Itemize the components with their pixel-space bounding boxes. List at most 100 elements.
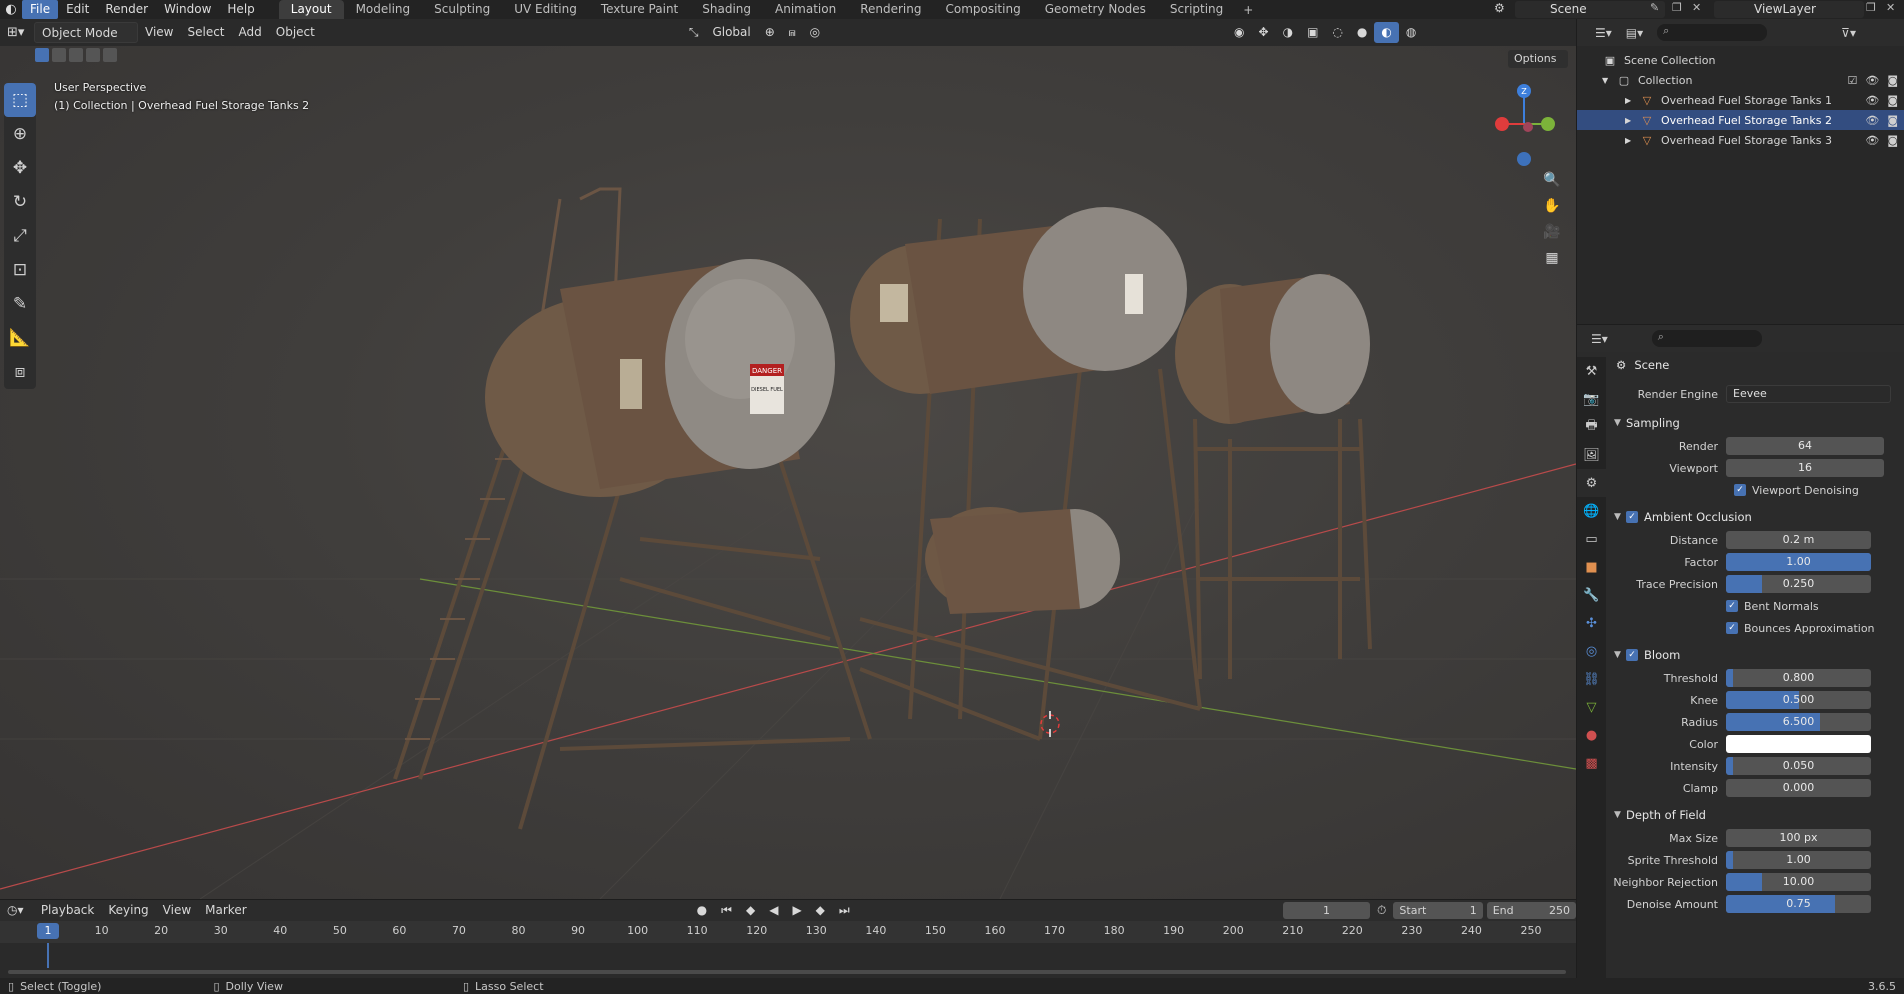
bloom-threshold-slider[interactable]: 0.800 — [1726, 669, 1871, 687]
view-layer-tab-icon[interactable]: 🖼 — [1577, 441, 1606, 469]
render-engine-select[interactable]: Eevee — [1726, 385, 1891, 403]
select-box-tool-icon[interactable]: ⬚ — [4, 83, 36, 117]
new-view-layer-icon[interactable]: ❐ — [1866, 1, 1876, 14]
new-scene-icon[interactable]: ❐ — [1672, 1, 1682, 14]
solid-shading-icon[interactable]: ● — [1350, 22, 1374, 43]
gizmo-toggle-icon[interactable]: ✥ — [1252, 22, 1276, 43]
collection-tab-icon[interactable]: ▭ — [1577, 525, 1606, 553]
tool-tab-icon[interactable]: ⚒ — [1577, 357, 1606, 385]
visibility-icon[interactable]: ◉ — [1227, 22, 1251, 43]
expand-icon[interactable]: ▶ — [1625, 136, 1639, 145]
expand-icon[interactable]: ▶ — [1625, 96, 1639, 105]
menu-select[interactable]: Select — [180, 22, 231, 43]
zoom-icon[interactable]: 🔍 — [1539, 167, 1565, 193]
material-tab-icon[interactable]: ● — [1577, 721, 1606, 749]
timeline-scrollbar[interactable] — [0, 968, 1576, 976]
outliner-search-input[interactable]: ⌕ — [1657, 24, 1768, 41]
eye-icon[interactable]: 👁 — [1865, 94, 1879, 107]
ortho-grid-icon[interactable]: ▦ — [1539, 245, 1565, 271]
dof-denoise-amount-slider[interactable]: 0.75 — [1726, 895, 1871, 913]
wireframe-shading-icon[interactable]: ◌ — [1325, 22, 1349, 43]
snap-icon[interactable]: ⩎ — [782, 22, 803, 43]
annotate-tool-icon[interactable]: ✎ — [4, 287, 36, 321]
transform-tool-icon[interactable]: ⊡ — [4, 253, 36, 287]
eye-icon[interactable]: 👁 — [1865, 74, 1879, 87]
outliner-scene-collection[interactable]: ▣ Scene Collection — [1577, 50, 1904, 70]
end-frame-field[interactable]: End 250 — [1486, 902, 1576, 919]
render-tab-icon[interactable]: 📷 — [1577, 385, 1606, 413]
properties-search-input[interactable]: ⌕ — [1651, 330, 1762, 347]
bloom-radius-slider[interactable]: 6.500 — [1726, 713, 1871, 731]
camera-icon[interactable]: ◙ — [1887, 74, 1898, 87]
move-tool-icon[interactable]: ✥ — [4, 151, 36, 185]
bloom-knee-slider[interactable]: 0.500 — [1726, 691, 1871, 709]
camera-icon[interactable]: ◙ — [1887, 134, 1898, 147]
bloom-enable-checkbox-icon[interactable]: ✓ — [1626, 649, 1638, 661]
tab-compositing[interactable]: Compositing — [933, 0, 1032, 19]
menu-view[interactable]: View — [138, 22, 180, 43]
xray-icon[interactable]: ▣ — [1300, 22, 1325, 43]
data-tab-icon[interactable]: ▽ — [1577, 693, 1606, 721]
physics-tab-icon[interactable]: ◎ — [1577, 637, 1606, 665]
output-tab-icon[interactable]: 🖶 — [1577, 413, 1606, 441]
add-workspace-icon[interactable]: + — [1235, 3, 1261, 17]
checkbox-checked-icon[interactable]: ✓ — [1726, 622, 1738, 634]
rendered-shading-icon[interactable]: ◍ — [1399, 22, 1423, 43]
bloom-color-swatch[interactable] — [1726, 735, 1871, 753]
ambient-occlusion-panel-header[interactable]: ▼ ✓ Ambient Occlusion — [1606, 505, 1904, 529]
tab-texture-paint[interactable]: Texture Paint — [589, 0, 690, 19]
scene-icon[interactable]: ⚙ — [1494, 1, 1505, 15]
prev-keyframe-icon[interactable]: ◆ — [739, 900, 762, 921]
tab-uv-editing[interactable]: UV Editing — [502, 0, 589, 19]
start-frame-field[interactable]: Start 1 — [1393, 902, 1483, 919]
menu-render[interactable]: Render — [97, 0, 156, 19]
tab-geometry-nodes[interactable]: Geometry Nodes — [1033, 0, 1158, 19]
scene-tab-icon[interactable]: ⚙ — [1577, 469, 1606, 497]
frame-ruler[interactable]: 1 10 20 30 40 50 60 70 80 90 100 110 120 130 140 150 160… — [0, 921, 1576, 943]
exclude-checkbox-icon[interactable]: ☑ — [1847, 74, 1857, 87]
dof-neighbor-rejection-slider[interactable]: 10.00 — [1726, 873, 1871, 891]
properties-editor-icon[interactable]: ☰▾ — [1591, 332, 1608, 346]
menu-window[interactable]: Window — [156, 0, 219, 19]
select-new-icon[interactable] — [35, 48, 49, 62]
options-dropdown[interactable]: Options — [1508, 50, 1568, 68]
current-frame-indicator[interactable]: 1 — [37, 923, 59, 939]
menu-edit[interactable]: Edit — [58, 0, 97, 19]
bent-normals-row[interactable]: ✓ Bent Normals — [1606, 595, 1904, 617]
bloom-panel-header[interactable]: ▼ ✓ Bloom — [1606, 643, 1904, 667]
add-cube-tool-icon[interactable]: ⧈ — [4, 355, 36, 389]
menu-add[interactable]: Add — [232, 22, 269, 43]
checkbox-checked-icon[interactable]: ✓ — [1726, 600, 1738, 612]
viewport-denoising-row[interactable]: ✓ Viewport Denoising — [1606, 479, 1904, 501]
pan-hand-icon[interactable]: ✋ — [1539, 193, 1565, 219]
menu-marker[interactable]: Marker — [198, 900, 253, 921]
overlay-toggle-icon[interactable]: ◑ — [1276, 22, 1300, 43]
current-frame-field[interactable]: 1 — [1282, 902, 1371, 919]
select-intersect-icon[interactable] — [103, 48, 117, 62]
next-keyframe-icon[interactable]: ◆ — [809, 900, 832, 921]
expand-icon[interactable]: ▶ — [1625, 116, 1639, 125]
bloom-clamp-slider[interactable]: 0.000 — [1726, 779, 1871, 797]
jump-start-icon[interactable]: ⏮ — [714, 900, 739, 921]
menu-playback[interactable]: Playback — [34, 900, 102, 921]
bounces-approximation-row[interactable]: ✓ Bounces Approximation — [1606, 617, 1904, 639]
outliner-item[interactable]: ▶ ▽ Overhead Fuel Storage Tanks 2 👁 ◙ — [1577, 110, 1904, 130]
blender-logo-icon[interactable]: ◐ — [0, 0, 22, 19]
expand-icon[interactable]: ▼ — [1602, 76, 1616, 85]
eye-icon[interactable]: 👁 — [1865, 114, 1879, 127]
menu-file[interactable]: File — [22, 0, 59, 19]
transform-orientation-selector[interactable]: Global — [705, 22, 757, 43]
checkbox-checked-icon[interactable]: ✓ — [1734, 484, 1746, 496]
cursor-tool-icon[interactable]: ⊕ — [4, 117, 36, 151]
display-mode-icon[interactable]: ▤▾ — [1626, 26, 1643, 40]
tab-scripting[interactable]: Scripting — [1158, 0, 1235, 19]
delete-view-layer-icon[interactable]: ✕ — [1886, 1, 1895, 14]
camera-icon[interactable]: ◙ — [1887, 114, 1898, 127]
tab-layout[interactable]: Layout — [278, 0, 344, 19]
rotate-tool-icon[interactable]: ↻ — [4, 185, 36, 219]
dof-sprite-threshold-slider[interactable]: 1.00 — [1726, 851, 1871, 869]
camera-view-icon[interactable]: 🎥 — [1539, 219, 1565, 245]
delete-scene-icon[interactable]: ✕ — [1692, 1, 1701, 14]
editor-type-icon[interactable]: ⊞▾ — [0, 22, 34, 43]
outliner-collection[interactable]: ▼ ▢ Collection ☑ 👁 ◙ — [1577, 70, 1904, 90]
